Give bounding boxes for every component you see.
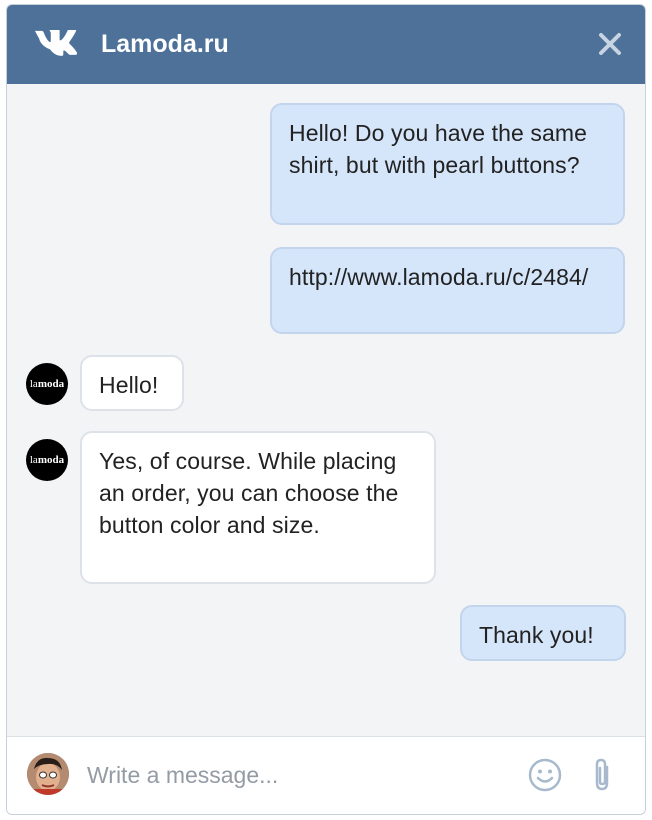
vk-logo-icon — [35, 30, 77, 56]
chat-title: Lamoda.ru — [101, 30, 229, 58]
emoji-icon[interactable] — [527, 757, 563, 793]
message-bubble-incoming: Yes, of course. While placing an order, … — [80, 431, 436, 584]
chat-widget: Lamoda.ru Hello! Do you have the same sh… — [6, 4, 646, 815]
message-bubble-outgoing: Hello! Do you have the same shirt, but w… — [270, 103, 625, 225]
user-avatar[interactable] — [27, 753, 69, 795]
paperclip-icon[interactable] — [587, 755, 617, 795]
lamoda-avatar[interactable]: la moda — [26, 363, 68, 405]
user-photo — [27, 753, 69, 795]
message-bubble-outgoing: Thank you! — [460, 605, 626, 661]
message-composer — [7, 736, 645, 814]
message-list[interactable]: Hello! Do you have the same shirt, but w… — [7, 84, 645, 736]
close-icon[interactable] — [597, 31, 623, 57]
message-input[interactable] — [87, 757, 507, 793]
chat-header: Lamoda.ru — [7, 5, 645, 84]
lamoda-avatar[interactable]: la moda — [26, 439, 68, 481]
message-bubble-incoming: Hello! — [80, 355, 184, 411]
message-bubble-outgoing[interactable]: http://www.lamoda.ru/c/2484/ — [270, 247, 625, 334]
